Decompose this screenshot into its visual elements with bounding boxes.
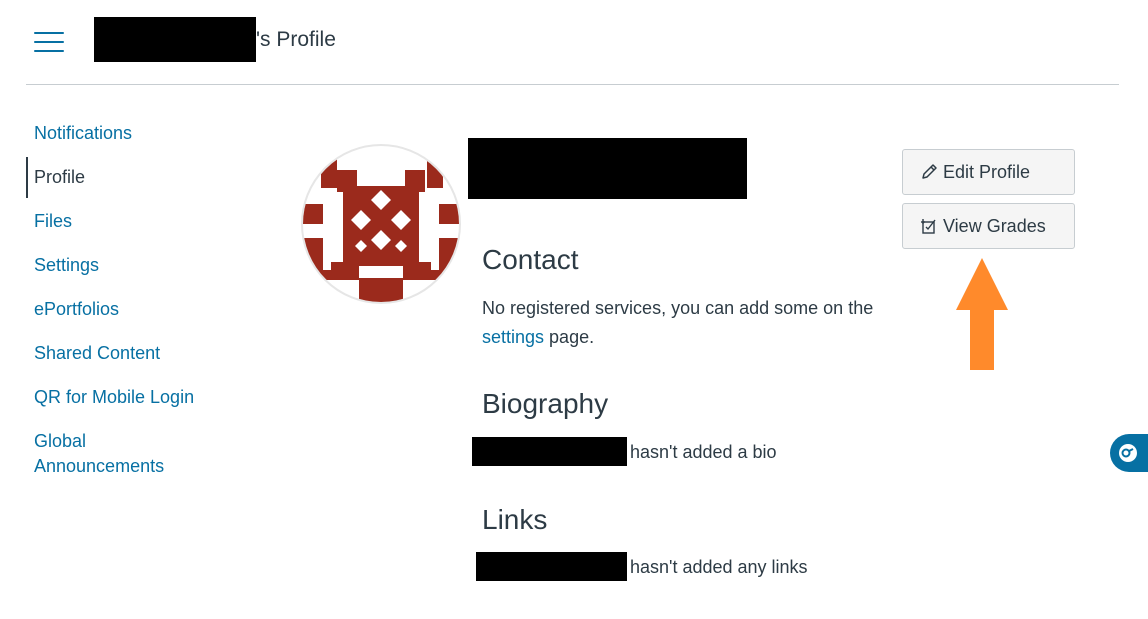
links-heading: Links [482,504,548,535]
chat-icon [1119,444,1137,462]
contact-heading: Contact [482,244,579,275]
contact-text-after: page. [544,327,595,347]
hamburger-line [34,32,64,34]
avatar-pattern-image [303,158,459,302]
contact-text-before: No registered services, you can add some… [482,298,874,318]
profile-avatar[interactable] [301,144,461,304]
redacted-user-name [94,17,256,62]
nav-item-profile[interactable]: Profile [26,157,256,198]
nav-item-eportfolios[interactable]: ePortfolios [26,294,256,325]
links-text: hasn't added any links [630,557,808,577]
edit-profile-label: Edit Profile [943,161,1031,182]
nav-item-settings[interactable]: Settings [26,250,256,281]
nav-item-qr-mobile-login[interactable]: QR for Mobile Login [26,382,256,413]
grades-icon [918,215,940,237]
view-grades-button[interactable]: View Grades [902,203,1075,249]
redacted-profile-name [468,138,747,199]
nav-item-global-announcements[interactable]: Global Announcements [26,426,194,482]
nav-item-notifications[interactable]: Notifications [26,118,256,149]
hamburger-line [34,50,64,52]
hamburger-line [34,41,64,43]
up-arrow-annotation [956,258,1008,370]
redacted-bio-name [472,437,627,466]
profile-nav: Notifications Profile Files Settings ePo… [26,118,256,482]
page-title: 's Profile [256,28,336,51]
edit-profile-button[interactable]: Edit Profile [902,149,1075,195]
header-divider [26,84,1119,85]
pencil-icon [918,161,940,183]
biography-text: hasn't added a bio [630,442,777,462]
nav-item-files[interactable]: Files [26,206,256,237]
side-widget-button[interactable] [1110,434,1148,472]
view-grades-label: View Grades [943,215,1046,236]
nav-item-shared-content[interactable]: Shared Content [26,338,256,369]
biography-heading: Biography [482,388,609,419]
global-nav-menu-icon[interactable] [34,31,64,53]
contact-text: No registered services, you can add some… [482,294,882,352]
redacted-links-name [476,552,627,581]
settings-link[interactable]: settings [482,327,544,347]
